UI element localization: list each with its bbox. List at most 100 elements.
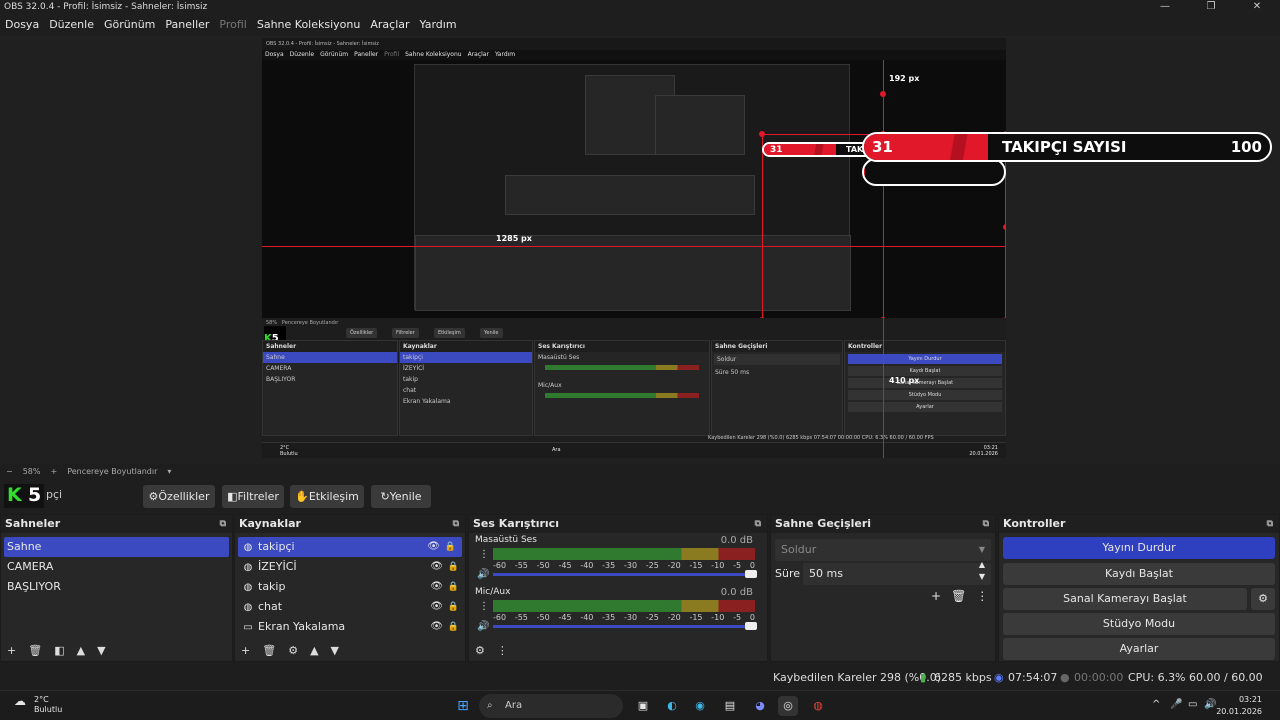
scene-filter-icon[interactable]: ◧	[54, 644, 64, 657]
studio-mode-button[interactable]: Stüdyo Modu	[1003, 613, 1275, 635]
task-view-icon[interactable]: ▣	[633, 696, 653, 716]
volume-icon[interactable]: 🔊	[1204, 699, 1216, 710]
interact-button[interactable]: ✋Etkileşim	[290, 485, 364, 508]
zoom-dropdown-icon[interactable]: ▾	[167, 464, 171, 480]
lock-icon[interactable]: 🔒	[448, 597, 459, 617]
start-virtualcam-button[interactable]: Sanal Kamerayı Başlat	[1003, 588, 1247, 610]
app-icon[interactable]: ◉	[690, 696, 710, 716]
nested-scene: CAMERA	[266, 365, 292, 372]
menu-scene-collection[interactable]: Sahne Koleksiyonu	[252, 15, 366, 35]
undock-icon[interactable]: ⧉	[220, 515, 226, 533]
taskbar-search[interactable]: ⌕ Ara	[479, 694, 623, 718]
eye-icon[interactable]: 👁	[427, 537, 440, 557]
edge-icon[interactable]: ◐	[662, 696, 682, 716]
properties-button[interactable]: ⚙Özellikler	[143, 485, 215, 508]
source-item[interactable]: ▭ Ekran Yakalama 👁 🔒	[235, 617, 465, 637]
menu-tools[interactable]: Araçlar	[365, 15, 414, 35]
move-down-icon[interactable]: ▼	[331, 644, 339, 657]
lock-icon[interactable]: 🔒	[448, 557, 459, 577]
menu-profile[interactable]: Profil	[214, 15, 251, 35]
minimize-button[interactable]: —	[1142, 0, 1188, 14]
handle-dot[interactable]	[880, 91, 886, 97]
discord-icon[interactable]: ◕	[750, 696, 770, 716]
alert-main-text: TAKIPÇI SAYISI	[1002, 138, 1127, 156]
handle-dot[interactable]	[1003, 224, 1006, 230]
scene-item[interactable]: CAMERA	[1, 557, 232, 577]
trash-icon[interactable]: 🗑	[951, 589, 966, 603]
chrome-icon[interactable]: ◍	[808, 696, 828, 716]
undock-icon[interactable]: ⧉	[755, 515, 761, 533]
menu-edit[interactable]: Düzenle	[44, 15, 99, 35]
weather-widget[interactable]: 2°C Bulutlu	[34, 695, 62, 715]
virtualcam-settings-button[interactable]: ⚙	[1251, 588, 1275, 610]
lock-icon[interactable]: 🔒	[445, 537, 456, 557]
source-item[interactable]: ◍ takip 👁 🔒	[235, 577, 465, 597]
lock-icon[interactable]: 🔒	[448, 577, 459, 597]
mixer-settings-icon[interactable]: ⚙	[475, 644, 485, 657]
file-explorer-icon[interactable]: ▤	[720, 696, 740, 716]
stop-streaming-button[interactable]: Yayını Durdur	[1003, 537, 1275, 559]
trash-icon[interactable]: 🗑	[28, 644, 42, 657]
speaker-icon[interactable]: 🔊	[477, 621, 489, 632]
source-item[interactable]: ◍ İZEYİCİ 👁 🔒	[235, 557, 465, 577]
settings-button[interactable]: Ayarlar	[1003, 638, 1275, 660]
refresh-button[interactable]: ↻Yenile	[371, 485, 431, 508]
eye-icon[interactable]: 👁	[430, 617, 443, 637]
undock-icon[interactable]: ⧉	[983, 515, 989, 533]
spin-icon[interactable]: ▲ ▼	[979, 559, 985, 583]
close-button[interactable]: ✕	[1234, 0, 1280, 14]
fit-to-window[interactable]: Pencereye Boyutlandır	[67, 464, 157, 480]
mic-icon[interactable]: 🎤	[1170, 699, 1182, 710]
undock-icon[interactable]: ⧉	[1267, 515, 1273, 533]
move-up-icon[interactable]: ▲	[310, 644, 318, 657]
add-source-icon[interactable]: +	[241, 644, 250, 657]
scale-tick: -55	[514, 613, 528, 622]
filters-button[interactable]: ◧Filtreler	[222, 485, 284, 508]
nested-source: Ekran Yakalama	[403, 398, 451, 405]
trash-icon[interactable]: 🗑	[262, 644, 276, 657]
network-icon[interactable]: ▭	[1188, 699, 1197, 710]
zoom-in-button[interactable]: +	[50, 464, 57, 480]
scene-item[interactable]: Sahne	[4, 537, 229, 557]
menu-file[interactable]: Dosya	[0, 15, 44, 35]
add-scene-icon[interactable]: +	[7, 644, 16, 657]
menu-view[interactable]: Görünüm	[99, 15, 160, 35]
windows-start-icon[interactable]: ⊞	[453, 696, 473, 716]
add-transition-icon[interactable]: +	[931, 589, 941, 603]
zoom-out-button[interactable]: −	[6, 464, 13, 480]
eye-icon[interactable]: 👁	[430, 557, 443, 577]
volume-slider[interactable]	[493, 570, 757, 578]
speaker-icon[interactable]: 🔊	[477, 569, 489, 580]
eye-icon[interactable]: 👁	[430, 597, 443, 617]
duration-field[interactable]: 50 ms ▲ ▼	[803, 560, 991, 585]
source-item[interactable]: ◍ chat 👁 🔒	[235, 597, 465, 617]
maximize-button[interactable]: ❐	[1188, 0, 1234, 14]
volume-knob[interactable]	[745, 622, 757, 630]
source-item[interactable]: ◍ takipçi 👁 🔒	[238, 537, 462, 557]
more-icon[interactable]: ⋮	[976, 589, 988, 603]
handle-dot[interactable]	[759, 131, 765, 137]
more-icon[interactable]: ⋮	[479, 549, 489, 560]
move-up-icon[interactable]: ▲	[77, 644, 85, 657]
menu-help[interactable]: Yardım	[415, 15, 462, 35]
volume-slider[interactable]	[493, 622, 757, 630]
chevron-up-icon[interactable]: ^	[1152, 699, 1160, 710]
gear-icon[interactable]: ⚙	[288, 644, 298, 657]
window-titlebar: OBS 32.0.4 - Profil: İsimsiz - Sahneler:…	[0, 0, 1280, 14]
transition-select[interactable]: Soldur ▼	[775, 539, 991, 561]
start-recording-button[interactable]: Kaydı Başlat	[1003, 563, 1275, 585]
taskbar-clock[interactable]: 03:21 20.01.2026	[1216, 694, 1262, 718]
mixer-more-icon[interactable]: ⋮	[497, 644, 508, 657]
more-icon[interactable]: ⋮	[479, 601, 489, 612]
menu-docks[interactable]: Paneller	[160, 15, 214, 35]
nested-fit: Pencereye Boyutlandır	[281, 320, 339, 326]
move-down-icon[interactable]: ▼	[97, 644, 105, 657]
undock-icon[interactable]: ⧉	[453, 515, 459, 533]
scene-item[interactable]: BAŞLIYOR	[1, 577, 232, 597]
volume-knob[interactable]	[745, 570, 757, 578]
lock-icon[interactable]: 🔒	[448, 617, 459, 637]
preview-canvas[interactable]: OBS 32.0.4 - Profil: İsimsiz - Sahneler:…	[262, 38, 1006, 458]
obs-icon[interactable]: ◎	[778, 696, 798, 716]
preview-area[interactable]: OBS 32.0.4 - Profil: İsimsiz - Sahneler:…	[0, 36, 1280, 464]
eye-icon[interactable]: 👁	[430, 577, 443, 597]
